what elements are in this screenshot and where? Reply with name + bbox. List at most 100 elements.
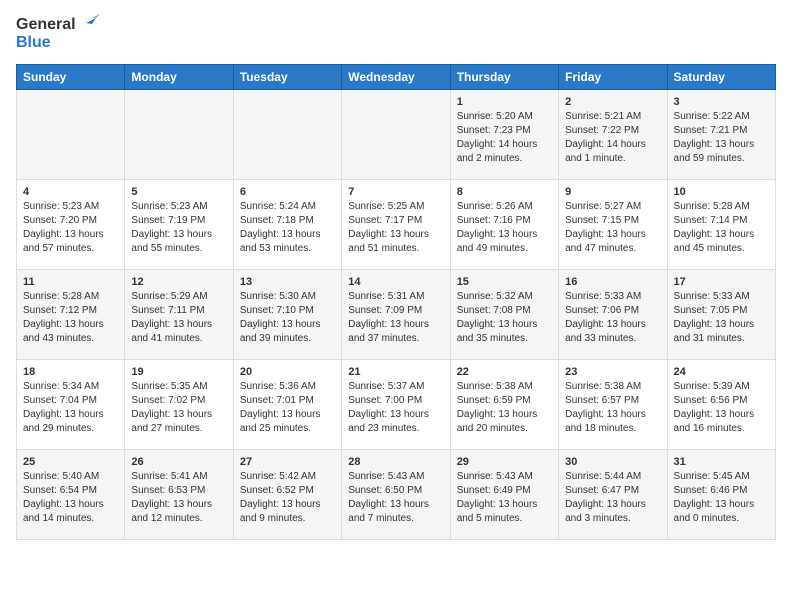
calendar-day-cell <box>17 90 125 180</box>
weekday-header-wednesday: Wednesday <box>342 65 450 90</box>
day-info: Sunrise: 5:29 AM Sunset: 7:11 PM Dayligh… <box>131 290 226 346</box>
weekday-header-tuesday: Tuesday <box>233 65 341 90</box>
calendar-day-cell: 9 Sunrise: 5:27 AM Sunset: 7:15 PM Daylig… <box>559 180 667 270</box>
calendar-day-cell: 29 Sunrise: 5:43 AM Sunset: 6:49 PM Dayli… <box>450 450 558 540</box>
logo: General Blue <box>16 16 100 52</box>
calendar-day-cell: 2Sunrise: 5:21 AM Sunset: 7:22 PM Daylig… <box>559 90 667 180</box>
calendar-day-cell: 17 Sunrise: 5:33 AM Sunset: 7:05 PM Dayli… <box>667 270 775 360</box>
calendar-day-cell: 6Sunrise: 5:24 AM Sunset: 7:18 PM Daylig… <box>233 180 341 270</box>
day-number: 1 <box>457 96 552 108</box>
day-info: Sunrise: 5:45 AM Sunset: 6:46 PM Dayligh… <box>674 470 769 526</box>
day-number: 16 <box>565 276 660 288</box>
day-number: 4 <box>23 186 118 198</box>
day-number: 18 <box>23 366 118 378</box>
day-info: Sunrise: 5:36 AM Sunset: 7:01 PM Dayligh… <box>240 380 335 436</box>
calendar-day-cell: 30Sunrise: 5:44 AM Sunset: 6:47 PM Dayli… <box>559 450 667 540</box>
day-info: Sunrise: 5:39 AM Sunset: 6:56 PM Dayligh… <box>674 380 769 436</box>
calendar-day-cell: 1 Sunrise: 5:20 AM Sunset: 7:23 PM Daylig… <box>450 90 558 180</box>
logo-bird-icon <box>78 14 100 32</box>
calendar-day-cell: 20 Sunrise: 5:36 AM Sunset: 7:01 PM Dayli… <box>233 360 341 450</box>
day-info: Sunrise: 5:35 AM Sunset: 7:02 PM Dayligh… <box>131 380 226 436</box>
day-info: Sunrise: 5:34 AM Sunset: 7:04 PM Dayligh… <box>23 380 118 436</box>
day-number: 10 <box>674 186 769 198</box>
day-info: Sunrise: 5:27 AM Sunset: 7:15 PM Dayligh… <box>565 200 660 256</box>
day-info: Sunrise: 5:24 AM Sunset: 7:18 PM Dayligh… <box>240 200 335 256</box>
day-info: Sunrise: 5:42 AM Sunset: 6:52 PM Dayligh… <box>240 470 335 526</box>
day-number: 20 <box>240 366 335 378</box>
day-number: 8 <box>457 186 552 198</box>
weekday-header-row: SundayMondayTuesdayWednesdayThursdayFrid… <box>17 65 776 90</box>
day-number: 17 <box>674 276 769 288</box>
day-number: 29 <box>457 456 552 468</box>
day-info: Sunrise: 5:28 AM Sunset: 7:14 PM Dayligh… <box>674 200 769 256</box>
calendar-day-cell <box>233 90 341 180</box>
day-info: Sunrise: 5:38 AM Sunset: 6:59 PM Dayligh… <box>457 380 552 436</box>
day-info: Sunrise: 5:43 AM Sunset: 6:49 PM Dayligh… <box>457 470 552 526</box>
day-number: 22 <box>457 366 552 378</box>
day-number: 14 <box>348 276 443 288</box>
calendar-day-cell: 19 Sunrise: 5:35 AM Sunset: 7:02 PM Dayli… <box>125 360 233 450</box>
day-number: 19 <box>131 366 226 378</box>
calendar-day-cell: 7 Sunrise: 5:25 AM Sunset: 7:17 PM Daylig… <box>342 180 450 270</box>
day-number: 24 <box>674 366 769 378</box>
calendar-day-cell: 27Sunrise: 5:42 AM Sunset: 6:52 PM Dayli… <box>233 450 341 540</box>
calendar-day-cell: 5Sunrise: 5:23 AM Sunset: 7:19 PM Daylig… <box>125 180 233 270</box>
day-info: Sunrise: 5:37 AM Sunset: 7:00 PM Dayligh… <box>348 380 443 436</box>
calendar-week-row: 4 Sunrise: 5:23 AM Sunset: 7:20 PM Daylig… <box>17 180 776 270</box>
calendar-day-cell: 18 Sunrise: 5:34 AM Sunset: 7:04 PM Dayli… <box>17 360 125 450</box>
weekday-header-saturday: Saturday <box>667 65 775 90</box>
header: General Blue <box>16 16 776 52</box>
day-info: Sunrise: 5:22 AM Sunset: 7:21 PM Dayligh… <box>674 110 769 166</box>
day-number: 30 <box>565 456 660 468</box>
day-number: 13 <box>240 276 335 288</box>
day-info: Sunrise: 5:31 AM Sunset: 7:09 PM Dayligh… <box>348 290 443 346</box>
day-number: 9 <box>565 186 660 198</box>
calendar-day-cell: 21 Sunrise: 5:37 AM Sunset: 7:00 PM Dayli… <box>342 360 450 450</box>
day-info: Sunrise: 5:23 AM Sunset: 7:19 PM Dayligh… <box>131 200 226 256</box>
day-number: 25 <box>23 456 118 468</box>
calendar-day-cell: 16 Sunrise: 5:33 AM Sunset: 7:06 PM Dayli… <box>559 270 667 360</box>
day-number: 31 <box>674 456 769 468</box>
weekday-header-sunday: Sunday <box>17 65 125 90</box>
calendar-week-row: 25 Sunrise: 5:40 AM Sunset: 6:54 PM Dayli… <box>17 450 776 540</box>
day-info: Sunrise: 5:40 AM Sunset: 6:54 PM Dayligh… <box>23 470 118 526</box>
calendar-day-cell: 12Sunrise: 5:29 AM Sunset: 7:11 PM Dayli… <box>125 270 233 360</box>
day-number: 23 <box>565 366 660 378</box>
calendar-day-cell: 25 Sunrise: 5:40 AM Sunset: 6:54 PM Dayli… <box>17 450 125 540</box>
day-number: 15 <box>457 276 552 288</box>
day-number: 2 <box>565 96 660 108</box>
weekday-header-monday: Monday <box>125 65 233 90</box>
calendar-day-cell: 14 Sunrise: 5:31 AM Sunset: 7:09 PM Dayli… <box>342 270 450 360</box>
day-info: Sunrise: 5:43 AM Sunset: 6:50 PM Dayligh… <box>348 470 443 526</box>
day-info: Sunrise: 5:33 AM Sunset: 7:06 PM Dayligh… <box>565 290 660 346</box>
calendar-day-cell: 22 Sunrise: 5:38 AM Sunset: 6:59 PM Dayli… <box>450 360 558 450</box>
calendar-day-cell: 8 Sunrise: 5:26 AM Sunset: 7:16 PM Daylig… <box>450 180 558 270</box>
weekday-header-friday: Friday <box>559 65 667 90</box>
day-info: Sunrise: 5:28 AM Sunset: 7:12 PM Dayligh… <box>23 290 118 346</box>
day-info: Sunrise: 5:25 AM Sunset: 7:17 PM Dayligh… <box>348 200 443 256</box>
calendar-day-cell <box>342 90 450 180</box>
calendar-day-cell: 11 Sunrise: 5:28 AM Sunset: 7:12 PM Dayli… <box>17 270 125 360</box>
logo-general-text: General <box>16 16 76 34</box>
day-number: 7 <box>348 186 443 198</box>
calendar-day-cell: 15 Sunrise: 5:32 AM Sunset: 7:08 PM Dayli… <box>450 270 558 360</box>
day-number: 11 <box>23 276 118 288</box>
day-info: Sunrise: 5:41 AM Sunset: 6:53 PM Dayligh… <box>131 470 226 526</box>
day-info: Sunrise: 5:33 AM Sunset: 7:05 PM Dayligh… <box>674 290 769 346</box>
day-number: 21 <box>348 366 443 378</box>
day-info: Sunrise: 5:20 AM Sunset: 7:23 PM Dayligh… <box>457 110 552 166</box>
calendar-day-cell: 3 Sunrise: 5:22 AM Sunset: 7:21 PM Daylig… <box>667 90 775 180</box>
calendar-day-cell: 26 Sunrise: 5:41 AM Sunset: 6:53 PM Dayli… <box>125 450 233 540</box>
day-number: 26 <box>131 456 226 468</box>
calendar-day-cell: 24 Sunrise: 5:39 AM Sunset: 6:56 PM Dayli… <box>667 360 775 450</box>
day-info: Sunrise: 5:26 AM Sunset: 7:16 PM Dayligh… <box>457 200 552 256</box>
day-info: Sunrise: 5:38 AM Sunset: 6:57 PM Dayligh… <box>565 380 660 436</box>
day-info: Sunrise: 5:23 AM Sunset: 7:20 PM Dayligh… <box>23 200 118 256</box>
calendar-day-cell: 10 Sunrise: 5:28 AM Sunset: 7:14 PM Dayli… <box>667 180 775 270</box>
weekday-header-thursday: Thursday <box>450 65 558 90</box>
day-number: 3 <box>674 96 769 108</box>
day-number: 28 <box>348 456 443 468</box>
day-info: Sunrise: 5:32 AM Sunset: 7:08 PM Dayligh… <box>457 290 552 346</box>
calendar-day-cell: 13Sunrise: 5:30 AM Sunset: 7:10 PM Dayli… <box>233 270 341 360</box>
calendar-week-row: 11 Sunrise: 5:28 AM Sunset: 7:12 PM Dayli… <box>17 270 776 360</box>
